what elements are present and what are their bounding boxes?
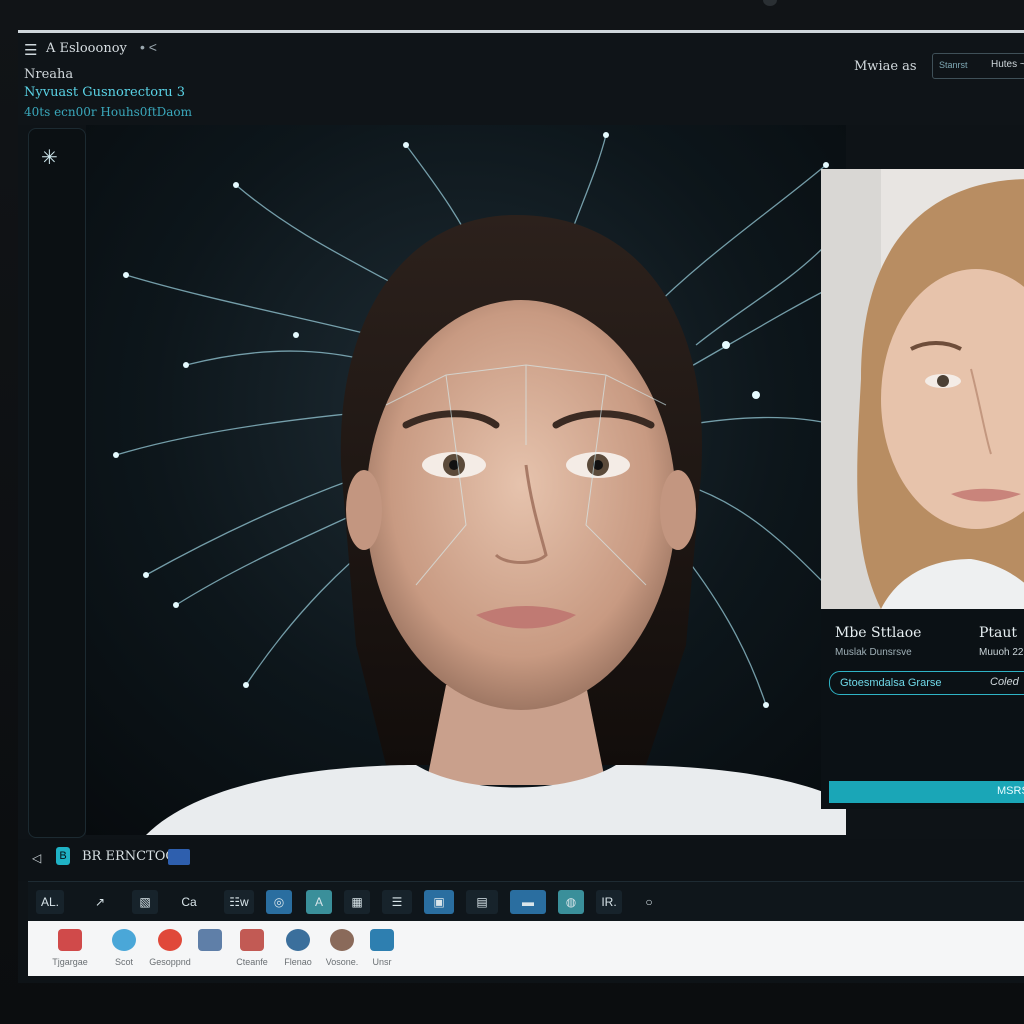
app-header: ☰ A Eslooonoy • < Nreaha Nyvuast Gusnore… <box>18 33 1024 125</box>
globe-app-icon <box>58 929 82 951</box>
dock-item-label: Unsr <box>372 957 392 967</box>
app-window: ☰ A Eslooonoy • < Nreaha Nyvuast Gusnore… <box>18 30 1024 983</box>
back-arrow-icon[interactable]: ◁ <box>32 851 41 865</box>
record-tool-icon[interactable]: ○ <box>636 890 662 914</box>
monitor-bezel: ☰ A Eslooonoy • < Nreaha Nyvuast Gusnore… <box>0 0 1024 1024</box>
bird-app-icon <box>370 929 394 951</box>
font-tool-icon[interactable]: A <box>306 890 332 914</box>
header-right-label[interactable]: Mwiae as <box>854 59 917 74</box>
pointer-tool-icon[interactable]: ↗ <box>88 890 112 914</box>
section-title: Nreaha <box>24 67 74 82</box>
webcam-icon <box>763 0 777 6</box>
card-right-subtext: Muuoh 22 <box>979 647 1024 658</box>
app-dock: Tjgargae Scot Gesoppnd Cteanfe Flenao Vo… <box>28 921 1024 976</box>
crop-tool-icon[interactable]: ▧ <box>132 890 158 914</box>
card-action-bar[interactable]: MSRS <box>829 781 1024 803</box>
paint-app-icon <box>240 929 264 951</box>
card-bar-text: MSRS <box>997 785 1024 797</box>
tool-bar: AL. ↗ ▧ Ca ☷w ◎ A ▦ ☰ ▣ ▤ ▬ ◍ IR. ○ <box>28 881 1024 922</box>
frame-tool-icon[interactable]: ▣ <box>424 890 454 914</box>
header-dropdown[interactable]: Stanrst Hutes ~ <box>932 53 1024 79</box>
list-tool-icon[interactable]: ☰ <box>382 890 412 914</box>
card-input-field[interactable]: Gtoesmdalsa Grarse Coled <box>829 671 1024 695</box>
hamburger-menu-icon[interactable]: ☰ <box>24 41 37 59</box>
title-extra[interactable]: • < <box>140 39 157 55</box>
case-tool-icon[interactable]: Ca <box>176 890 202 914</box>
breadcrumb[interactable]: 40ts ecn00r Houhs0ftDaom <box>24 105 192 119</box>
dropdown-left-text: Stanrst <box>939 60 968 70</box>
comparison-card: Mbe Sttlaoe Ptaut Muslak Dunsrsve Muuoh … <box>821 169 1024 809</box>
file-app-icon <box>198 929 222 951</box>
page-subtitle: Nyvuast Gusnorectoru 3 <box>24 85 186 100</box>
bar-tool-icon[interactable]: ▬ <box>510 890 546 914</box>
layers-tool-icon[interactable]: ▦ <box>344 890 370 914</box>
card-right-title: Ptaut <box>979 625 1018 641</box>
app-title: A Eslooonoy <box>46 41 127 56</box>
card-field-text: Gtoesmdalsa Grarse <box>840 677 942 689</box>
bubble-app-icon <box>112 929 136 951</box>
dock-item[interactable]: Unsr <box>350 929 414 973</box>
network-node-icon[interactable]: ✳ <box>41 145 58 170</box>
panel-tool-icon[interactable]: ▤ <box>466 890 498 914</box>
card-field-value: Coled <box>990 676 1019 688</box>
image-viewer[interactable] <box>86 125 846 835</box>
text-tool-icon[interactable]: AL. <box>36 890 64 914</box>
card-title: Mbe Sttlaoe <box>835 625 922 641</box>
status-chip[interactable] <box>168 849 190 865</box>
status-badge: B <box>56 847 70 865</box>
left-tool-rail: ✳ <box>28 128 86 838</box>
target-tool-icon[interactable]: ◎ <box>266 890 292 914</box>
camera-app-icon <box>286 929 310 951</box>
reference-photo[interactable] <box>821 169 1024 609</box>
ir-tool-icon[interactable]: IR. <box>596 890 622 914</box>
dropdown-right-text: Hutes ~ <box>991 59 1024 70</box>
portrait-image <box>113 132 846 835</box>
grid-tool-icon[interactable]: ☷w <box>224 890 254 914</box>
status-row: ◁ B BR ERNCTOOR <box>18 839 1024 881</box>
scan-tool-icon[interactable]: ◍ <box>558 890 584 914</box>
card-subtext: Muslak Dunsrsve <box>835 647 912 658</box>
